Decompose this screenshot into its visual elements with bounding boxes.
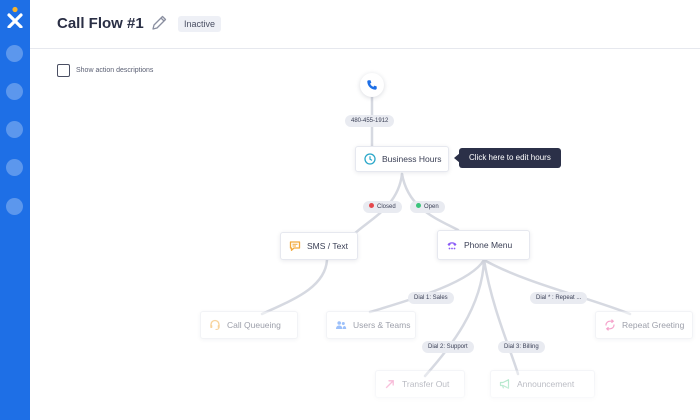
edit-hours-tooltip[interactable]: Click here to edit hours xyxy=(459,148,561,168)
users-teams-label: Users & Teams xyxy=(353,320,411,330)
repeat-icon xyxy=(605,319,615,331)
phone-icon xyxy=(367,80,377,90)
chat-bubble-icon xyxy=(289,241,301,251)
transfer-out-label: Transfer Out xyxy=(402,379,450,389)
flow-canvas[interactable]: 480-455-1912 Business Hours Click here t… xyxy=(30,48,700,420)
branch-dial-3-label: Dial 3: Billing xyxy=(498,341,545,353)
page-header: Call Flow #1 Inactive xyxy=(30,0,700,49)
status-badge: Inactive xyxy=(178,16,222,32)
headset-icon xyxy=(210,319,220,330)
sidebar xyxy=(0,0,30,420)
call-queueing-label: Call Queueing xyxy=(227,320,281,330)
app-logo-icon[interactable] xyxy=(5,6,25,28)
phone-menu-node[interactable]: Phone Menu xyxy=(437,230,530,260)
closed-status-dot xyxy=(369,202,374,208)
branch-open-label: Open xyxy=(410,201,445,213)
announcement-node[interactable]: Announcement xyxy=(490,370,595,398)
users-icon xyxy=(336,321,347,329)
sms-text-label: SMS / Text xyxy=(307,241,348,251)
sidebar-nav-item-2[interactable] xyxy=(6,83,23,100)
flow-connectors xyxy=(260,95,632,378)
sidebar-nav-item-5[interactable] xyxy=(6,198,23,215)
clock-icon xyxy=(364,153,376,165)
branch-dial-2-label: Dial 2: Support xyxy=(422,341,474,353)
phone-menu-icon xyxy=(447,242,457,250)
branch-dial-star-label: Dial * : Repeat ... xyxy=(530,292,588,304)
sms-text-node[interactable]: SMS / Text xyxy=(280,232,358,260)
branch-dial-1-label: Dial 1: Sales xyxy=(408,292,454,304)
users-teams-node[interactable]: Users & Teams xyxy=(326,311,416,339)
edit-pencil-icon[interactable] xyxy=(150,14,168,32)
open-status-dot xyxy=(416,202,421,208)
sidebar-nav-item-1[interactable] xyxy=(6,45,23,62)
page-title: Call Flow #1 xyxy=(57,15,144,32)
call-queueing-node[interactable]: Call Queueing xyxy=(200,311,298,339)
repeat-greeting-label: Repeat Greeting xyxy=(622,320,685,330)
branch-closed-label: Closed xyxy=(363,201,402,213)
business-hours-node[interactable]: Business Hours xyxy=(355,146,449,172)
repeat-greeting-node[interactable]: Repeat Greeting xyxy=(595,311,693,339)
phone-menu-label: Phone Menu xyxy=(464,240,513,250)
transfer-out-node[interactable]: Transfer Out xyxy=(375,370,465,398)
transfer-arrow-icon xyxy=(385,380,394,389)
business-hours-label: Business Hours xyxy=(382,154,442,164)
sidebar-nav-item-4[interactable] xyxy=(6,159,23,176)
announcement-label: Announcement xyxy=(517,379,575,389)
entry-phone-node[interactable] xyxy=(360,73,384,97)
sidebar-nav-item-3[interactable] xyxy=(6,121,23,138)
megaphone-icon xyxy=(499,379,510,389)
entry-number-label: 480-455-1912 xyxy=(345,115,395,127)
